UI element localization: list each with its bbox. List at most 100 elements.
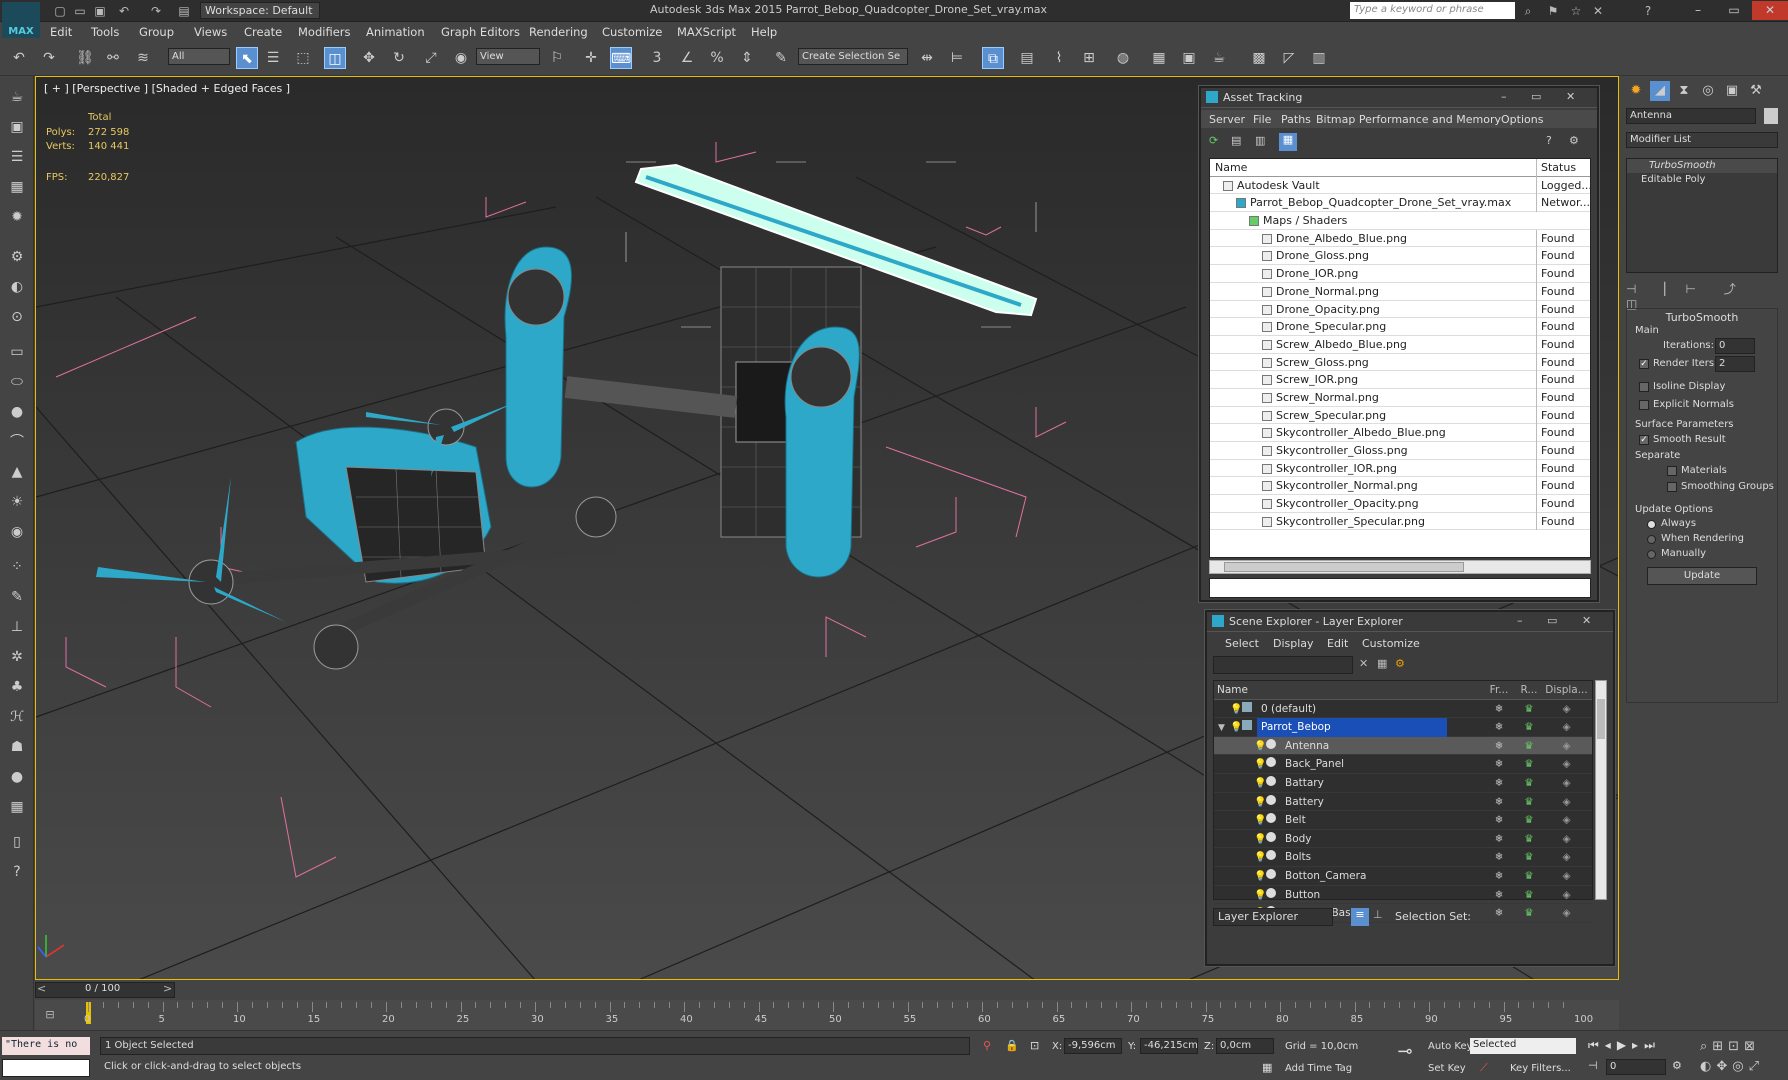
x-coordinate-field[interactable]: -9,596cm xyxy=(1064,1038,1122,1054)
paint-icon[interactable]: ✎ xyxy=(6,586,28,608)
detail-view-icon[interactable]: ▥ xyxy=(1255,134,1271,150)
light-bulb-icon[interactable]: 💡 xyxy=(1230,701,1242,720)
reference-coord-dropdown[interactable]: View xyxy=(476,48,540,65)
light-bulb-icon[interactable]: 💡 xyxy=(1254,756,1266,775)
expand-arrow-icon[interactable]: ▼ xyxy=(1218,719,1230,738)
find-icon[interactable]: ▦ xyxy=(1377,657,1387,670)
stack-tools-icons[interactable]: ⊣ ▏⊢ ⤴ ◫ xyxy=(1626,280,1778,311)
render-icon[interactable]: ♛ xyxy=(1516,700,1542,718)
when-rendering-radio[interactable] xyxy=(1647,535,1656,544)
menu-display[interactable]: Display xyxy=(1273,637,1314,650)
asset-row[interactable]: Screw_Specular.png Found xyxy=(1210,406,1590,425)
subscription-icon[interactable]: ⚑ xyxy=(1545,3,1561,19)
rect-selection-icon[interactable]: ⬚ xyxy=(292,47,314,69)
asset-row[interactable]: Skycontroller_Gloss.png Found xyxy=(1210,442,1590,460)
key-filters-button[interactable]: Key Filters... xyxy=(1510,1063,1571,1074)
key-mode-dropdown[interactable]: Selected xyxy=(1470,1038,1576,1054)
project-icon[interactable]: ▤ xyxy=(176,3,192,19)
undo-icon[interactable]: ↶ xyxy=(8,47,30,69)
particles-icon[interactable]: ⁘ xyxy=(6,556,28,578)
display-icon[interactable]: ◈ xyxy=(1544,718,1589,736)
minimize-icon[interactable]: – xyxy=(1501,90,1521,103)
freeze-icon[interactable]: ❄ xyxy=(1484,700,1514,718)
freeze-icon[interactable]: ❄ xyxy=(1484,886,1514,904)
object-color-swatch[interactable] xyxy=(1764,108,1778,124)
snaps-toggle-icon[interactable]: 3 xyxy=(646,47,668,69)
light-bulb-icon[interactable]: 💡 xyxy=(1254,887,1266,906)
hierarchy-tab-icon[interactable]: ⧗ xyxy=(1674,81,1694,101)
display-icon[interactable]: ◈ xyxy=(1544,904,1589,922)
place-icon[interactable]: ◉ xyxy=(450,47,472,69)
teapot-icon[interactable]: ☕ xyxy=(6,86,28,108)
add-time-tag[interactable]: Add Time Tag xyxy=(1285,1063,1352,1074)
asset-row[interactable]: Autodesk Vault Logged... xyxy=(1210,176,1592,195)
object-name-field[interactable]: Antenna xyxy=(1626,108,1756,124)
explicit-normals-checkbox[interactable] xyxy=(1639,400,1649,410)
explorer-type-dropdown[interactable]: Layer Explorer xyxy=(1213,908,1333,926)
col-name-header[interactable]: Name xyxy=(1214,684,1248,696)
open-icon[interactable]: ▭ xyxy=(72,3,88,19)
light-bulb-icon[interactable]: 💡 xyxy=(1254,849,1266,868)
settings-icon[interactable]: ⚙ xyxy=(1569,134,1585,150)
link-icon[interactable]: ⛓ xyxy=(74,47,96,69)
freeze-icon[interactable]: ❄ xyxy=(1484,848,1514,866)
cylinder-icon[interactable]: ⬭ xyxy=(6,371,28,393)
asset-row[interactable]: Screw_Albedo_Blue.png Found xyxy=(1210,335,1590,354)
render-icon[interactable]: ♛ xyxy=(1516,755,1542,773)
close-icon[interactable]: ✕ xyxy=(1582,614,1591,627)
layer-row[interactable]: 💡 Bolts ❄ ♛ ◈ xyxy=(1214,848,1592,867)
layer-row[interactable]: 💡 0 (default) ❄ ♛ ◈ xyxy=(1214,700,1592,719)
menu-modifiers[interactable]: Modifiers xyxy=(298,25,351,39)
smoothing-groups-checkbox[interactable] xyxy=(1667,482,1677,492)
asset-row[interactable]: Skycontroller_Albedo_Blue.png Found xyxy=(1210,424,1590,443)
light-bulb-icon[interactable]: 💡 xyxy=(1254,738,1266,757)
manually-radio[interactable] xyxy=(1647,550,1656,559)
light-bulb-icon[interactable]: 💡 xyxy=(1254,868,1266,887)
layer-row[interactable]: 💡 Back_Panel ❄ ♛ ◈ xyxy=(1214,755,1592,774)
asset-row[interactable]: Drone_Opacity.png Found xyxy=(1210,300,1590,319)
display-icon[interactable]: ◈ xyxy=(1544,830,1589,848)
time-tag-icon[interactable]: ▦ xyxy=(1262,1061,1272,1074)
maxscript-listener[interactable]: "There is no xyxy=(2,1037,90,1055)
sort-by-layer-icon[interactable]: ≡ xyxy=(1351,908,1369,926)
rollout-title[interactable]: TurboSmooth xyxy=(1627,311,1777,324)
layer-row[interactable]: 💡 Antenna ❄ ♛ ◈ xyxy=(1214,736,1592,757)
material-editor-icon[interactable]: ◍ xyxy=(1112,47,1134,69)
list-icon[interactable]: ☰ xyxy=(6,146,28,168)
menu-create[interactable]: Create xyxy=(244,25,282,39)
settings-icon[interactable]: ✲ xyxy=(6,646,28,668)
percent-snap-icon[interactable]: % xyxy=(706,47,728,69)
col-name-header[interactable]: Name xyxy=(1210,161,1247,174)
communication-icon[interactable]: ✕ xyxy=(1590,3,1606,19)
layer-row[interactable]: 💡 Battery ❄ ♛ ◈ xyxy=(1214,793,1592,812)
angle-snap-icon[interactable]: ∠ xyxy=(676,47,698,69)
freeze-icon[interactable]: ❄ xyxy=(1484,867,1514,885)
col-render-header[interactable]: R... xyxy=(1516,681,1542,699)
minimize-icon[interactable]: – xyxy=(1517,614,1523,627)
render-icon[interactable]: ♛ xyxy=(1516,811,1542,829)
freeze-icon[interactable]: ❄ xyxy=(1484,774,1514,792)
shell-icon[interactable]: ☗ xyxy=(6,736,28,758)
asset-row[interactable]: Skycontroller_Opacity.png Found xyxy=(1210,495,1590,513)
help-icon[interactable]: ? xyxy=(1640,3,1656,19)
refresh-icon[interactable]: ⟳ xyxy=(1209,134,1225,150)
freeze-icon[interactable]: ❄ xyxy=(1484,830,1514,848)
asset-row[interactable]: Screw_Gloss.png Found xyxy=(1210,353,1590,372)
teapot-prim-icon[interactable]: ⌒ xyxy=(6,431,28,453)
render-icon[interactable]: ♛ xyxy=(1516,886,1542,904)
search-input[interactable]: Type a keyword or phrase xyxy=(1350,2,1515,19)
ball-icon[interactable]: ● xyxy=(6,766,28,788)
render-iterative-icon[interactable]: ▩ xyxy=(1248,47,1270,69)
box-icon[interactable]: ▭ xyxy=(6,341,28,363)
stack-item-turbosmooth[interactable]: TurboSmooth xyxy=(1627,159,1777,173)
menu-select[interactable]: Select xyxy=(1225,637,1259,650)
display-tab-icon[interactable]: ▣ xyxy=(1722,81,1742,101)
render-icon[interactable]: ♛ xyxy=(1516,737,1542,755)
list-view-icon[interactable]: ▤ xyxy=(1231,134,1247,150)
display-icon[interactable]: ◈ xyxy=(1544,737,1589,755)
iterations-spinner[interactable]: 0 xyxy=(1715,338,1755,354)
light-bulb-icon[interactable]: 💡 xyxy=(1254,812,1266,831)
render-icon[interactable]: ☕ xyxy=(1208,47,1230,69)
asset-path-field[interactable] xyxy=(1209,578,1591,598)
sort-by-hierarchy-icon[interactable]: ⊥ xyxy=(1373,908,1383,921)
